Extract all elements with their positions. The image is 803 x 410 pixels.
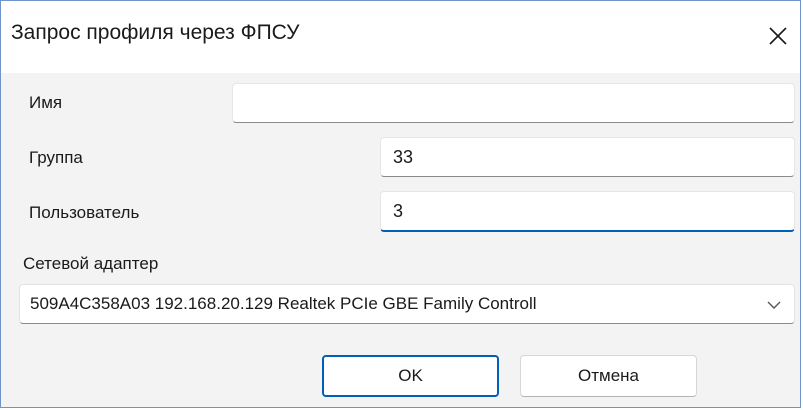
user-label: Пользователь bbox=[29, 203, 140, 222]
close-icon bbox=[769, 27, 787, 45]
title-bar[interactable]: Запрос профиля через ФПСУ bbox=[1, 1, 800, 73]
close-button[interactable] bbox=[761, 19, 795, 53]
user-input[interactable]: 3 bbox=[380, 191, 795, 232]
adapter-selected-value: 509A4C358A03 192.168.20.129 Realtek PCIe… bbox=[30, 294, 537, 313]
cancel-button[interactable]: Отмена bbox=[520, 355, 697, 397]
window-title: Запрос профиля через ФПСУ bbox=[11, 21, 300, 44]
adapter-label: Сетевой адаптер bbox=[23, 254, 159, 273]
group-label: Группа bbox=[29, 148, 83, 167]
dialog-window: Запрос профиля через ФПСУ Имя Группа 33 … bbox=[0, 0, 801, 408]
name-input[interactable] bbox=[232, 83, 795, 123]
chevron-down-icon bbox=[767, 301, 781, 309]
adapter-select[interactable]: 509A4C358A03 192.168.20.129 Realtek PCIe… bbox=[19, 284, 795, 324]
name-label: Имя bbox=[29, 93, 63, 112]
ok-button[interactable]: OK bbox=[322, 355, 499, 397]
group-input[interactable]: 33 bbox=[380, 137, 795, 177]
